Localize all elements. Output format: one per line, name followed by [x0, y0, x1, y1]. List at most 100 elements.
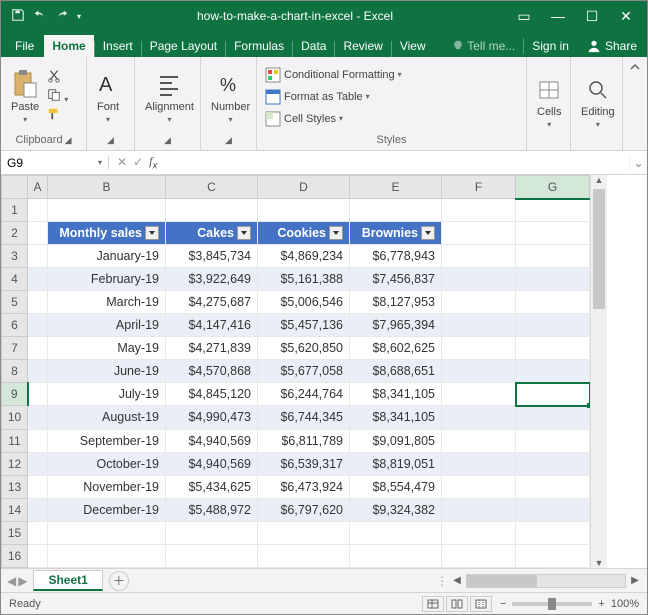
sheet-nav-next-icon[interactable]: ▶ [18, 574, 27, 588]
sheet-tab[interactable]: Sheet1 [33, 570, 102, 591]
scroll-right-icon[interactable]: ▶ [627, 575, 643, 586]
cell[interactable] [28, 268, 48, 291]
zoom-slider[interactable] [512, 602, 592, 606]
cell[interactable] [516, 383, 590, 406]
row-header[interactable]: 5 [2, 291, 28, 314]
table-cell[interactable]: $4,845,120 [166, 383, 258, 406]
vertical-scrollbar[interactable]: ▲ ▼ [590, 175, 607, 568]
table-cell[interactable]: June-19 [48, 360, 166, 383]
dialog-launcher-icon[interactable]: ◢ [107, 135, 114, 146]
tab-view[interactable]: View [392, 35, 434, 57]
cell[interactable] [442, 521, 516, 544]
table-cell[interactable]: January-19 [48, 245, 166, 268]
minimize-icon[interactable]: — [543, 1, 573, 31]
table-cell[interactable]: $5,161,388 [258, 268, 350, 291]
table-cell[interactable]: $6,744,345 [258, 406, 350, 429]
row-header[interactable]: 14 [2, 498, 28, 521]
table-cell[interactable]: $5,457,136 [258, 314, 350, 337]
cell[interactable] [442, 383, 516, 406]
table-cell[interactable]: December-19 [48, 498, 166, 521]
format-as-table-button[interactable]: Format as Table ▾ [263, 88, 404, 106]
scrollbar-thumb[interactable] [593, 189, 605, 309]
table-cell[interactable]: $9,091,805 [350, 429, 442, 452]
row-header[interactable]: 6 [2, 314, 28, 337]
cell[interactable] [28, 245, 48, 268]
column-header[interactable]: D [258, 176, 350, 199]
row-header[interactable]: 2 [2, 222, 28, 245]
enter-formula-icon[interactable]: ✓ [133, 155, 143, 169]
row-header[interactable]: 15 [2, 521, 28, 544]
cell[interactable] [442, 314, 516, 337]
zoom-out-button[interactable]: − [500, 598, 506, 610]
dialog-launcher-icon[interactable]: ◢ [225, 135, 232, 146]
table-cell[interactable]: $7,965,394 [350, 314, 442, 337]
cell[interactable] [516, 429, 590, 452]
row-header[interactable]: 13 [2, 475, 28, 498]
row-header[interactable]: 7 [2, 337, 28, 360]
cell[interactable] [442, 360, 516, 383]
table-cell[interactable]: $8,341,105 [350, 383, 442, 406]
cell[interactable] [28, 199, 48, 222]
cell[interactable] [516, 337, 590, 360]
cell[interactable] [258, 544, 350, 567]
tab-data[interactable]: Data [293, 35, 334, 57]
column-header[interactable]: C [166, 176, 258, 199]
tab-home[interactable]: Home [44, 35, 93, 57]
table-cell[interactable]: $8,127,953 [350, 291, 442, 314]
table-cell[interactable]: $4,940,569 [166, 429, 258, 452]
cell[interactable] [48, 544, 166, 567]
filter-icon[interactable] [329, 226, 343, 240]
select-all-corner[interactable] [2, 176, 28, 199]
row-header[interactable]: 12 [2, 452, 28, 475]
table-cell[interactable]: April-19 [48, 314, 166, 337]
row-header[interactable]: 16 [2, 544, 28, 567]
table-header-cell[interactable]: Cakes [166, 222, 258, 245]
table-cell[interactable]: $9,324,382 [350, 498, 442, 521]
cell[interactable] [442, 406, 516, 429]
cell[interactable] [28, 544, 48, 567]
cell[interactable] [442, 475, 516, 498]
cut-icon[interactable] [47, 69, 68, 86]
tab-review[interactable]: Review [335, 35, 390, 57]
table-cell[interactable]: $7,456,837 [350, 268, 442, 291]
page-layout-view-icon[interactable] [446, 596, 468, 612]
ribbon-options-icon[interactable]: ▭ [509, 1, 539, 31]
table-cell[interactable]: $5,488,972 [166, 498, 258, 521]
scroll-up-icon[interactable]: ▲ [591, 175, 607, 185]
undo-icon[interactable] [33, 8, 47, 25]
chevron-down-icon[interactable]: ▾ [98, 158, 102, 167]
row-header[interactable]: 10 [2, 406, 28, 429]
filter-icon[interactable] [421, 226, 435, 240]
cell[interactable] [516, 291, 590, 314]
cell[interactable] [442, 245, 516, 268]
table-cell[interactable]: July-19 [48, 383, 166, 406]
cell[interactable] [28, 314, 48, 337]
cell[interactable] [48, 521, 166, 544]
table-cell[interactable]: $4,570,868 [166, 360, 258, 383]
table-cell[interactable]: September-19 [48, 429, 166, 452]
cell[interactable] [28, 521, 48, 544]
fx-icon[interactable]: fx [149, 154, 157, 171]
cell[interactable] [516, 452, 590, 475]
column-header[interactable]: A [28, 176, 48, 199]
cell[interactable] [28, 291, 48, 314]
filter-icon[interactable] [145, 226, 159, 240]
cell[interactable] [442, 452, 516, 475]
paste-button[interactable]: Paste ▾ [7, 67, 43, 126]
table-cell[interactable]: February-19 [48, 268, 166, 291]
share-button[interactable]: Share [577, 39, 647, 53]
cell[interactable] [442, 222, 516, 245]
cell[interactable] [516, 475, 590, 498]
cell[interactable] [442, 544, 516, 567]
alignment-group-button[interactable]: Alignment ▾ [141, 69, 198, 126]
table-cell[interactable]: $4,147,416 [166, 314, 258, 337]
dialog-launcher-icon[interactable]: ◢ [65, 135, 72, 146]
tab-formulas[interactable]: Formulas [226, 35, 292, 57]
row-header[interactable]: 9 [2, 383, 28, 406]
table-cell[interactable]: $3,922,649 [166, 268, 258, 291]
cell[interactable] [166, 544, 258, 567]
table-cell[interactable]: $4,869,234 [258, 245, 350, 268]
cell[interactable] [28, 360, 48, 383]
tell-me-search[interactable]: Tell me... [444, 39, 523, 53]
editing-group-button[interactable]: Editing ▾ [577, 74, 619, 131]
